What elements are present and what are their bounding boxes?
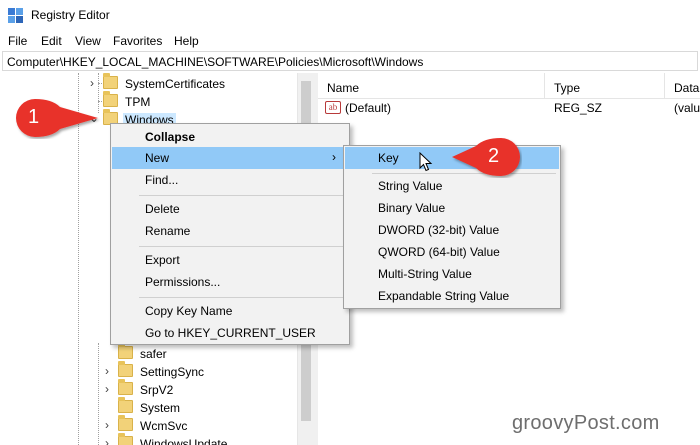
menu-item-goto-hkcu[interactable]: Go to HKEY_CURRENT_USER: [112, 322, 348, 344]
menu-item-label: Collapse: [145, 130, 196, 144]
menu-item-label: Find...: [145, 173, 179, 187]
callout-badge-2: 2: [450, 136, 522, 178]
column-type[interactable]: Type: [554, 81, 580, 95]
submenu-item-string-value[interactable]: String Value: [345, 175, 559, 197]
folder-icon: [118, 415, 133, 431]
folder-icon: [118, 343, 133, 359]
folder-icon: [118, 379, 133, 395]
column-data[interactable]: Data: [674, 81, 699, 95]
submenu-item-label: Key: [378, 151, 399, 165]
menu-item-label: Go to HKEY_CURRENT_USER: [145, 326, 316, 340]
tree-guide-line: [98, 343, 99, 445]
title-bar: Registry Editor: [0, 0, 700, 31]
menu-item-copy-key-name[interactable]: Copy Key Name: [112, 300, 348, 322]
tree-item-label: safer: [140, 347, 167, 361]
list-header: Name Type Data: [318, 73, 700, 99]
menu-item-label: Export: [145, 253, 180, 267]
submenu-item-binary-value[interactable]: Binary Value: [345, 197, 559, 219]
menu-edit[interactable]: Edit: [41, 34, 62, 48]
value-type: REG_SZ: [554, 101, 603, 115]
menu-item-delete[interactable]: Delete: [112, 198, 348, 220]
folder-icon: [118, 397, 133, 413]
menu-help[interactable]: Help: [174, 34, 199, 48]
menu-item-rename[interactable]: Rename: [112, 220, 348, 242]
tree-item-label: SystemCertificates: [125, 77, 226, 91]
menu-item-label: Permissions...: [145, 275, 221, 289]
submenu-item-label: Multi-String Value: [378, 267, 472, 281]
menu-view[interactable]: View: [75, 34, 101, 48]
menu-item-label: Rename: [145, 224, 191, 238]
callout-number: 2: [488, 145, 500, 167]
submenu-item-qword-value[interactable]: QWORD (64-bit) Value: [345, 241, 559, 263]
value-name: (Default): [345, 101, 392, 115]
menu-item-label: New: [145, 151, 170, 165]
tree-item-label: SettingSync: [140, 365, 205, 379]
string-value-icon: ab: [325, 101, 341, 114]
chevron-right-icon[interactable]: ›: [105, 418, 109, 432]
submenu-item-dword-value[interactable]: DWORD (32-bit) Value: [345, 219, 559, 241]
column-name[interactable]: Name: [327, 81, 359, 95]
column-divider[interactable]: [544, 73, 545, 99]
window-title: Registry Editor: [31, 8, 110, 22]
tree-item-label: WindowsUpdate: [140, 437, 228, 445]
value-data: (valu: [674, 101, 700, 115]
address-path[interactable]: Computer\HKEY_LOCAL_MACHINE\SOFTWARE\Pol…: [7, 55, 423, 69]
chevron-right-icon[interactable]: ›: [105, 436, 109, 445]
menu-item-label: Delete: [145, 202, 180, 216]
callout-number: 1: [28, 106, 40, 128]
chevron-right-icon: ›: [332, 150, 336, 164]
callout-arrow-icon: [452, 138, 520, 176]
callout-badge-1: 1: [14, 97, 104, 139]
submenu-item-label: String Value: [378, 179, 443, 193]
folder-icon: [103, 91, 118, 107]
menu-favorites[interactable]: Favorites: [113, 34, 162, 48]
column-divider[interactable]: [664, 73, 665, 99]
menu-separator: [139, 297, 344, 298]
chevron-right-icon[interactable]: ›: [105, 382, 109, 396]
menu-separator: [139, 246, 344, 247]
context-menu: Collapse New › Find... Delete Rename Exp…: [110, 123, 350, 345]
submenu-item-expandable-string-value[interactable]: Expandable String Value: [345, 285, 559, 307]
watermark: groovyPost.com: [512, 412, 660, 434]
submenu-item-multi-string-value[interactable]: Multi-String Value: [345, 263, 559, 285]
value-row[interactable]: ab (Default) REG_SZ (valu: [318, 99, 700, 117]
menu-item-permissions[interactable]: Permissions...: [112, 271, 348, 293]
submenu-item-label: DWORD (32-bit) Value: [378, 223, 500, 237]
folder-icon: [103, 73, 118, 89]
menu-item-label: Copy Key Name: [145, 304, 233, 318]
menu-item-new[interactable]: New ›: [112, 147, 348, 169]
submenu-item-label: QWORD (64-bit) Value: [378, 245, 500, 259]
address-bar[interactable]: Computer\HKEY_LOCAL_MACHINE\SOFTWARE\Pol…: [2, 51, 698, 71]
chevron-right-icon[interactable]: ›: [90, 76, 94, 90]
tree-item-label: System: [140, 401, 181, 415]
mouse-pointer-icon: [419, 152, 433, 172]
menu-item-find[interactable]: Find...: [112, 169, 348, 191]
tree-item-label: WcmSvc: [140, 419, 188, 433]
folder-icon: [118, 433, 133, 445]
registry-editor-icon: [8, 8, 23, 23]
menu-item-export[interactable]: Export: [112, 249, 348, 271]
tree-item-label: TPM: [125, 95, 151, 109]
chevron-right-icon[interactable]: ›: [105, 364, 109, 378]
submenu-item-label: Expandable String Value: [378, 289, 510, 303]
menu-bar: File Edit View Favorites Help: [0, 31, 700, 51]
menu-item-collapse[interactable]: Collapse: [112, 126, 348, 148]
folder-icon: [118, 361, 133, 377]
menu-file[interactable]: File: [8, 34, 27, 48]
menu-separator: [139, 195, 344, 196]
submenu-item-label: Binary Value: [378, 201, 446, 215]
tree-item-label: SrpV2: [140, 383, 174, 397]
